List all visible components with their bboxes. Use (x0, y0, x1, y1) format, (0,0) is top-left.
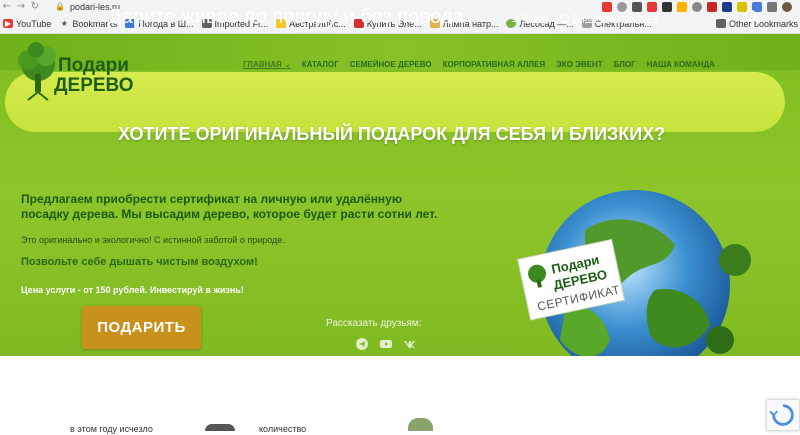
menu-item-blog[interactable]: БЛОГ (614, 60, 636, 69)
stat-label-1: в этом году исчезло (70, 424, 153, 434)
extensions-area: ⋮ (602, 0, 800, 14)
reload-icon[interactable]: ↻ (28, 1, 42, 13)
extension-icon[interactable] (692, 2, 702, 12)
recaptcha-badge[interactable] (766, 399, 800, 431)
hero-paragraph-main: Предлагаем приобрести сертификат на личн… (21, 192, 438, 221)
extension-icon[interactable] (632, 2, 642, 12)
extension-icon[interactable] (662, 2, 672, 12)
share-label: Рассказать друзьям: (326, 318, 422, 329)
social-links (356, 338, 416, 350)
other-bookmarks-label: Other bookmarks (728, 18, 798, 29)
telegram-icon[interactable] (356, 338, 368, 350)
gift-button[interactable]: ПОДАРИТЬ (82, 306, 201, 349)
check-circle-icon: ✓ (560, 13, 569, 23)
menu-item-home[interactable]: ГЛАВНАЯ ⌄ (243, 60, 291, 69)
avatar[interactable] (782, 2, 792, 12)
folder-icon (715, 19, 726, 28)
logo-text-line2: ДЕРЕВО (54, 75, 134, 96)
chevron-down-icon: ⌄ (284, 60, 291, 69)
main-menu: ГЛАВНАЯ ⌄ КАТАЛОГ СЕМЕЙНОЕ ДЕРЕВО КОРПОР… (243, 60, 715, 69)
hero-headline: ХОТИТЕ ОРИГИНАЛЬНЫЙ ПОДАРОК ДЛЯ СЕБЯ И Б… (118, 124, 666, 144)
extension-icon[interactable] (602, 2, 612, 12)
login-icon: ⇥ (512, 13, 520, 23)
register-label: Зарегистрироваться (572, 13, 658, 23)
vk-icon[interactable] (404, 338, 416, 350)
menu-label: ГЛАВНАЯ (243, 60, 282, 69)
site-tagline: Дарите живое по поводу и без повода (108, 6, 464, 28)
youtube-icon: ▶ (3, 19, 13, 28)
register-link[interactable]: ✓ Зарегистрироваться (560, 13, 657, 23)
forward-icon[interactable]: → (14, 1, 28, 13)
hero-paragraph-air: Позвольте себе дышать чистым воздухом! (21, 256, 258, 268)
extension-icon[interactable] (677, 2, 687, 12)
lock-icon: 🔒 (55, 2, 65, 11)
logo-text-line1: Подари (58, 55, 129, 76)
puzzle-icon[interactable] (767, 2, 777, 12)
menu-item-catalog[interactable]: КАТАЛОГ (302, 60, 339, 69)
menu-item-corporate-alley[interactable]: КОРПОРАТИВНАЯ АЛЛЕЯ (443, 60, 546, 69)
stat-label-2: количество (259, 424, 307, 434)
menu-item-our-team[interactable]: НАША КОМАНДА (647, 60, 715, 69)
bottom-image-1 (205, 424, 235, 431)
extension-icon[interactable] (617, 2, 627, 12)
hero-price-text: Цена услуги - от 150 рублей. Инвестируй … (21, 285, 244, 295)
recaptcha-icon (769, 404, 794, 426)
bottom-image-2 (408, 418, 433, 431)
hero-paragraph-eco: Это оригинально и экологично! С истинной… (21, 235, 285, 245)
extension-icon[interactable] (647, 2, 657, 12)
extension-icon[interactable] (707, 2, 717, 12)
star-icon: ★ (60, 19, 68, 28)
login-link[interactable]: ⇥ Войти (512, 13, 548, 23)
menu-item-family-tree[interactable]: СЕМЕЙНОЕ ДЕРЕВО (350, 60, 432, 69)
bookmark-label: YouTube (16, 18, 52, 29)
search-icon[interactable] (744, 9, 760, 25)
youtube-icon[interactable] (380, 338, 392, 350)
back-icon[interactable]: ← (0, 1, 14, 13)
bottom-section (0, 356, 800, 431)
login-label: Войти (522, 13, 548, 23)
bookmark-item[interactable]: ▶ YouTube (3, 19, 51, 29)
extension-icon[interactable] (722, 2, 732, 12)
menu-item-eco-event[interactable]: ЭКО ЭВЕНТ (556, 60, 603, 69)
